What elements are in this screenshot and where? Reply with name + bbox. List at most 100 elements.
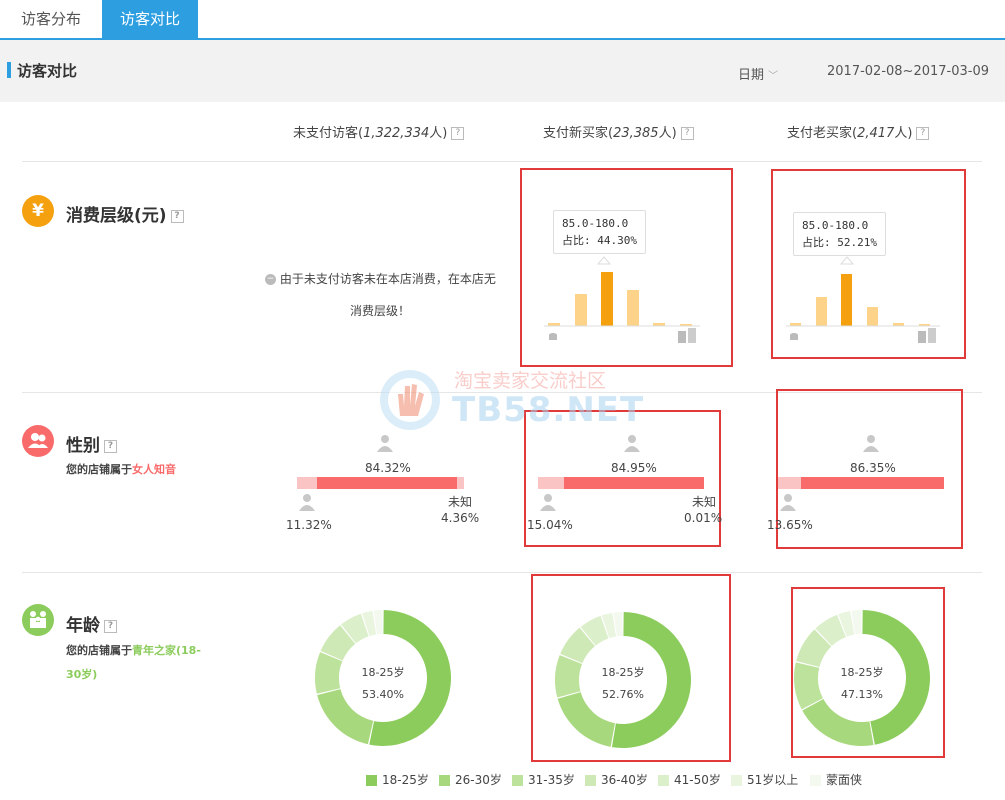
column-unit: 人 — [894, 126, 908, 141]
column-count: 2,417 — [857, 126, 895, 141]
watermark-line1: 淘宝卖家交流社区 — [454, 370, 607, 392]
tab-bar: 访客分布 访客对比 — [0, 0, 1005, 40]
help-icon[interactable]: ? — [680, 127, 694, 140]
title-accent-bar — [7, 62, 11, 78]
date-dropdown[interactable]: 日期 ﹀ — [738, 64, 778, 83]
spending-title: 消费层级(元)? — [66, 201, 184, 226]
unknown-bar[interactable] — [457, 477, 464, 489]
male-percent: 13.65% — [767, 518, 813, 532]
unpaid-note-line1: 由于未支付访客未在本店消费，在本店无 — [279, 272, 496, 286]
gender-title: 性别? — [66, 431, 117, 456]
male-bar[interactable] — [778, 477, 801, 489]
donut-slice[interactable] — [611, 612, 692, 748]
family-glyph — [30, 611, 46, 628]
female-bar[interactable] — [564, 477, 704, 489]
help-icon[interactable]: ? — [451, 127, 465, 140]
female-bar[interactable] — [317, 477, 457, 489]
unknown-label: 未知 — [448, 495, 473, 509]
female-person-icon — [377, 435, 393, 452]
help-icon[interactable]: ? — [916, 127, 930, 140]
help-icon[interactable]: ? — [104, 439, 117, 453]
donut-center-value: 47.13% — [841, 688, 883, 701]
age-title-text: 年龄 — [66, 616, 100, 636]
female-bar[interactable] — [801, 477, 944, 489]
male-bar[interactable] — [538, 477, 564, 489]
column-header-unpaid: 未支付访客(1,322,334人)? — [293, 122, 465, 141]
tooltip-range: 85.0-180.0 — [562, 217, 629, 230]
date-range: 2017-02-08~2017-03-09 — [827, 64, 989, 79]
legend-item[interactable]: 51岁以上 — [731, 771, 798, 788]
donut-center-label: 18-25岁 — [840, 666, 884, 679]
help-icon[interactable]: ? — [104, 619, 117, 633]
tooltip-pointer — [839, 256, 855, 265]
legend-item[interactable]: 36-40岁 — [585, 771, 648, 788]
donut-center-value: 52.76% — [602, 688, 644, 701]
column-header-old-buyers: 支付老买家(2,417人)? — [787, 122, 930, 141]
gender-title-text: 性别 — [66, 436, 100, 456]
hand-logo-icon — [380, 370, 440, 430]
female-person-icon — [624, 435, 640, 452]
watermark-line2: TB58.NET — [452, 390, 645, 430]
male-percent: 15.04% — [527, 518, 573, 532]
divider — [22, 572, 982, 573]
bar[interactable] — [575, 294, 587, 326]
donut-center-value: 53.40% — [362, 688, 404, 701]
unpaid-note-line2: 消费层级！ — [350, 304, 411, 318]
legend-item[interactable]: 18-25岁 — [366, 771, 429, 788]
unknown-percent: 4.36% — [441, 511, 480, 525]
coin-stack-icon — [678, 328, 696, 343]
bar[interactable] — [627, 290, 639, 326]
legend-item[interactable]: 41-50岁 — [658, 771, 721, 788]
tab-visitor-distribution[interactable]: 访客分布 — [0, 0, 102, 38]
bar[interactable] — [867, 307, 878, 326]
legend-label: 18-25岁 — [382, 773, 429, 787]
help-icon[interactable]: ? — [170, 209, 184, 223]
column-label: 支付老买家 — [787, 126, 853, 141]
legend-swatch — [810, 775, 821, 786]
legend-item[interactable]: 26-30岁 — [439, 771, 502, 788]
people-glyph — [28, 433, 48, 448]
donut-center-label: 18-25岁 — [361, 666, 405, 679]
tooltip-share: 占比: 44.30% — [562, 234, 637, 247]
column-unit: 人 — [429, 126, 443, 141]
spending-tooltip-old: 85.0-180.0 占比: 52.21% — [793, 212, 886, 256]
section-header: 访客对比 日期 ﹀ 2017-02-08~2017-03-09 — [0, 40, 1005, 102]
tab-visitor-comparison[interactable]: 访客对比 — [102, 0, 198, 38]
legend-label: 蒙面侠 — [826, 773, 863, 787]
column-unit: 人 — [658, 126, 672, 141]
spending-chart-old — [786, 256, 940, 343]
male-bar[interactable] — [297, 477, 317, 489]
spending-tooltip-new: 85.0-180.0 占比: 44.30% — [553, 210, 646, 254]
legend-label: 26-30岁 — [455, 773, 502, 787]
date-dropdown-label: 日期 — [738, 68, 765, 83]
column-label: 未支付访客 — [293, 126, 359, 141]
divider — [22, 161, 982, 162]
donut-center-label: 18-25岁 — [601, 666, 645, 679]
legend-item[interactable]: 31-35岁 — [512, 771, 575, 788]
bar[interactable] — [601, 272, 613, 326]
people-icon — [22, 425, 54, 457]
spending-chart-new — [544, 256, 700, 343]
gender-subtitle: 您的店铺属于女人知音 — [66, 461, 176, 477]
unknown-percent: 0.01% — [684, 511, 723, 525]
watermark: 淘宝卖家交流社区 TB58.NET — [376, 364, 643, 434]
bar[interactable] — [816, 297, 827, 326]
donut-slice[interactable] — [555, 655, 583, 698]
female-percent: 86.35% — [850, 461, 896, 475]
spending-title-text: 消费层级(元) — [66, 206, 167, 226]
legend-label: 41-50岁 — [674, 773, 721, 787]
female-percent: 84.95% — [611, 461, 657, 475]
legend-item[interactable]: 蒙面侠 — [810, 771, 862, 788]
subtitle-highlight: 青年之家(18- — [132, 644, 201, 657]
column-header-new-buyers: 支付新买家(23,385人)? — [543, 122, 694, 141]
legend-swatch — [585, 775, 596, 786]
page-title: 访客对比 — [17, 62, 78, 80]
column-label: 支付新买家 — [543, 126, 609, 141]
bar[interactable] — [841, 274, 852, 326]
male-person-icon — [299, 494, 315, 511]
chevron-down-icon: ﹀ — [768, 71, 779, 82]
donut-slice[interactable] — [802, 699, 874, 746]
yen-icon: ¥ — [22, 195, 54, 227]
family-icon — [22, 604, 54, 636]
male-person-icon — [780, 494, 796, 511]
